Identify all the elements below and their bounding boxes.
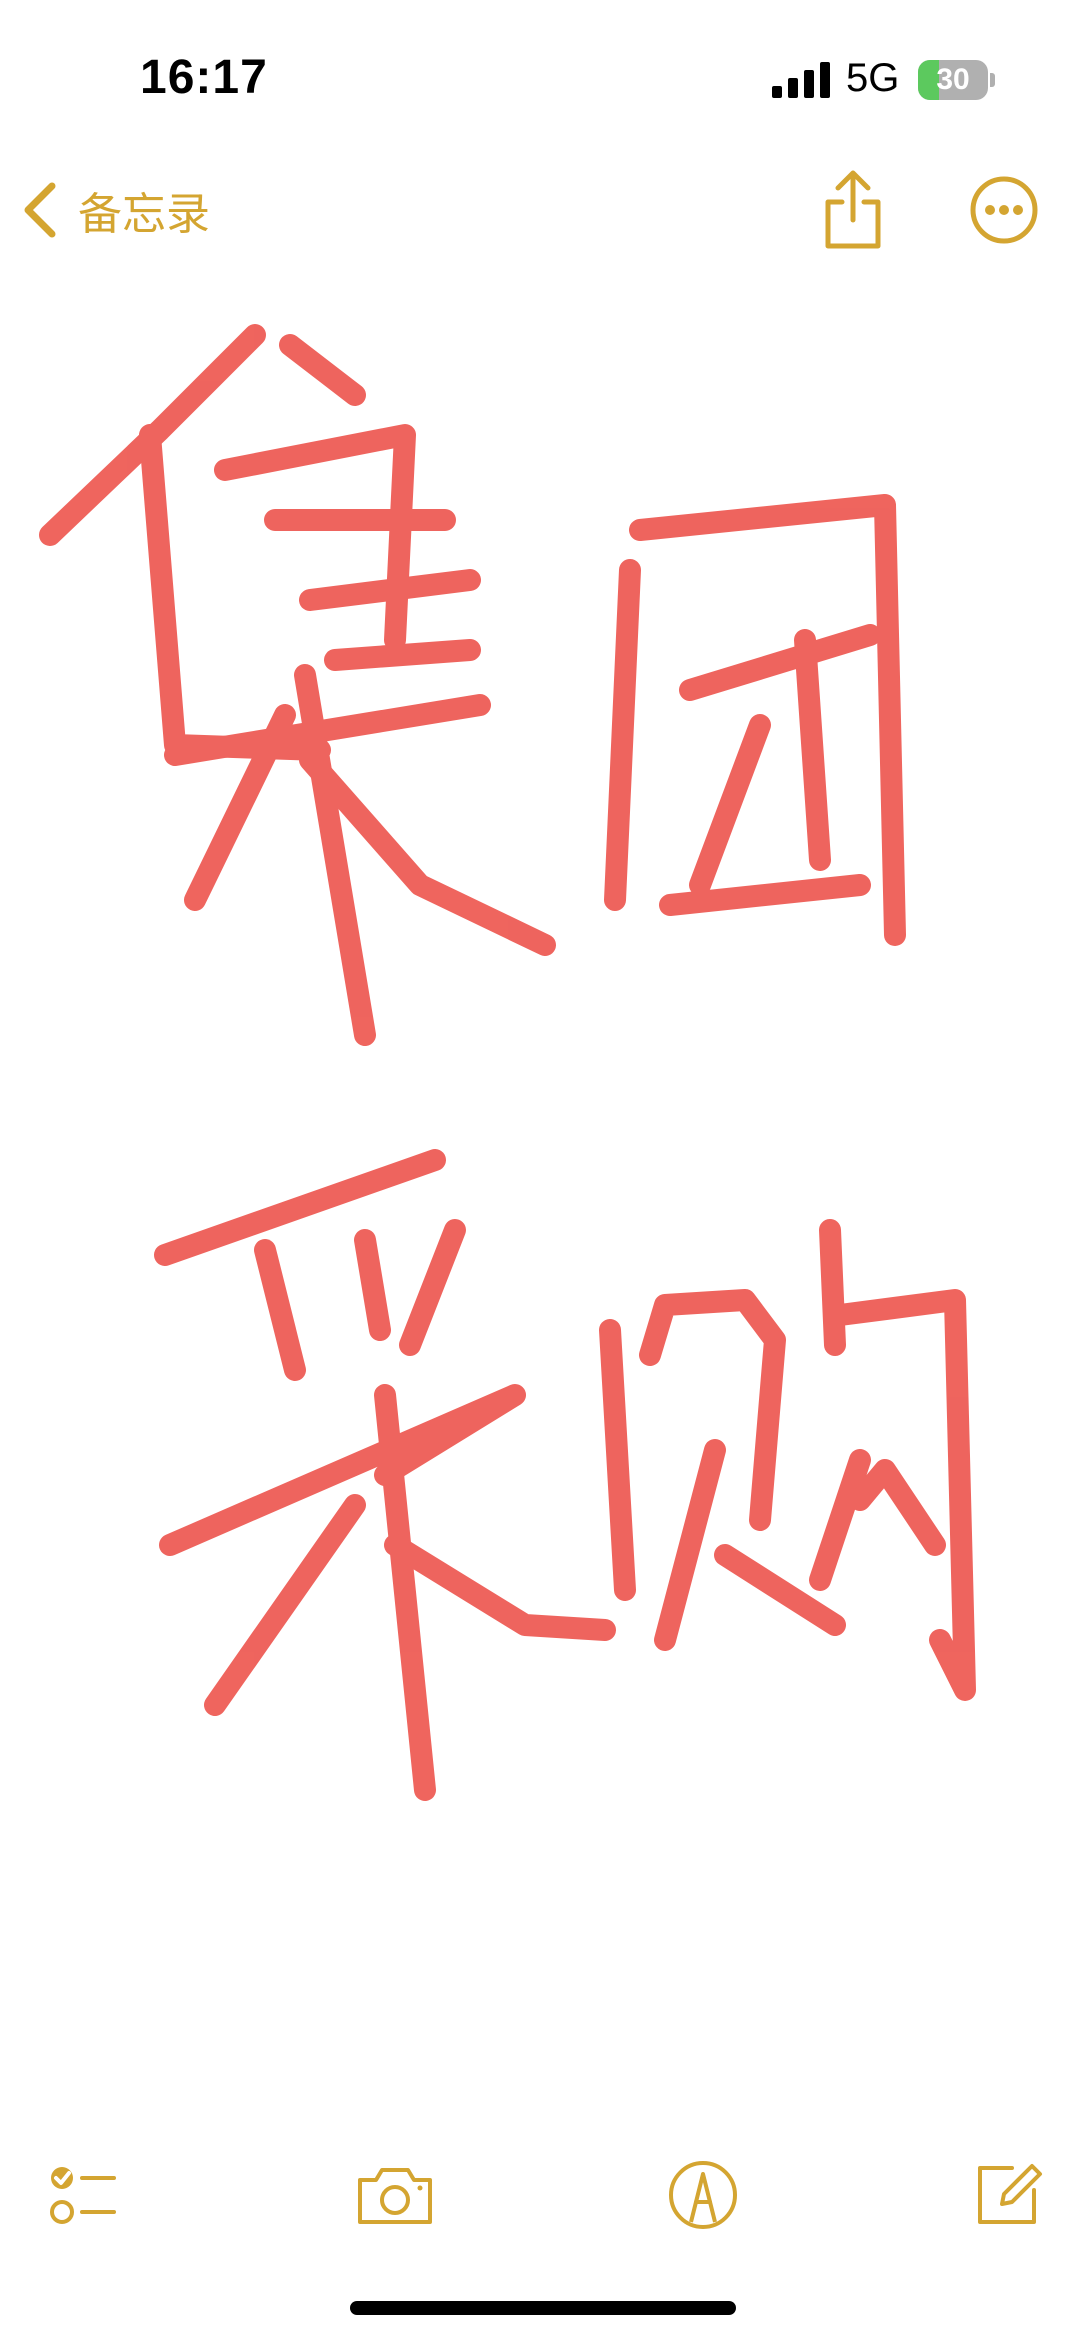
ink-stroke — [299, 569, 481, 611]
battery-cap — [990, 73, 995, 87]
battery-percent: 30 — [936, 63, 970, 96]
ink-stroke — [139, 424, 331, 761]
ink-stroke — [399, 1219, 466, 1356]
back-button[interactable]: 备忘录 — [20, 170, 210, 250]
ink-stroke — [794, 629, 831, 871]
nav-bar: 备忘录 — [0, 150, 1080, 270]
camera-icon[interactable] — [350, 2150, 440, 2240]
ink-stroke — [354, 1229, 391, 1341]
markup-pen-icon[interactable] — [658, 2150, 748, 2240]
ink-stroke — [654, 1439, 726, 1651]
handwriting-strokes — [39, 324, 976, 1801]
ink-stroke — [599, 1319, 636, 1601]
checklist-icon[interactable] — [38, 2150, 128, 2240]
ink-stroke — [324, 639, 481, 671]
compose-icon[interactable] — [962, 2150, 1052, 2240]
back-label: 备忘录 — [78, 189, 210, 240]
ink-stroke — [204, 1494, 366, 1716]
ink-stroke — [604, 559, 641, 911]
ink-stroke — [679, 624, 881, 701]
ink-stroke — [279, 334, 366, 406]
bottom-toolbar — [0, 2140, 1080, 2250]
note-drawing-canvas[interactable] — [0, 290, 1080, 1820]
ink-stroke — [819, 1219, 846, 1356]
ink-stroke — [809, 1449, 871, 1591]
status-time: 16:17 — [140, 51, 268, 104]
ink-stroke — [384, 1534, 616, 1641]
ink-stroke — [254, 1239, 306, 1381]
battery-body: 30 — [918, 60, 988, 100]
ink-stroke — [849, 1459, 946, 1556]
home-indicator[interactable] — [350, 2301, 736, 2315]
cellular-signal-icon — [772, 62, 830, 98]
chevron-left-icon — [24, 182, 56, 238]
network-type: 5G — [846, 56, 900, 100]
ink-stroke — [689, 714, 771, 896]
share-icon[interactable] — [820, 168, 886, 252]
status-bar: 16:17 5G 30 — [0, 0, 1080, 150]
ink-stroke — [154, 1149, 446, 1266]
battery-indicator: 30 — [918, 60, 996, 100]
ellipsis-circle-icon[interactable] — [968, 174, 1040, 246]
